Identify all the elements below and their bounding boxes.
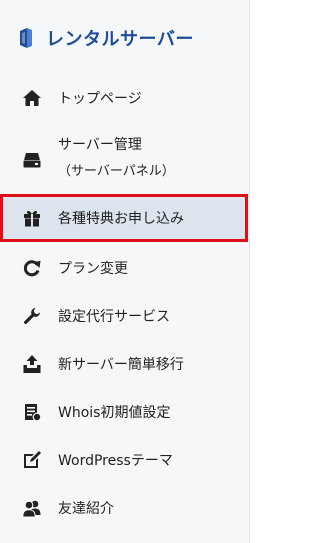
sidebar-item-wordpress-theme[interactable]: WordPressテーマ — [0, 446, 248, 474]
brand-logo-icon — [20, 28, 32, 48]
sidebar-item-label: 設定代行サービス — [58, 309, 170, 325]
sidebar-item-friend-referral[interactable]: 友達紹介 — [0, 494, 248, 522]
sidebar-item-label: WordPressテーマ — [58, 453, 173, 469]
edit-square-icon — [22, 450, 42, 470]
sidebar-item-label: サーバー管理 — [58, 137, 142, 153]
brand-title: レンタルサーバー — [46, 29, 194, 50]
sidebar-item-label: Whois初期値設定 — [58, 405, 171, 421]
upload-box-icon — [22, 354, 42, 374]
sidebar: レンタルサーバー トップページ サーバー管理 （サーバーパネル） 各種特典お申し… — [0, 0, 250, 543]
sidebar-item-label: 新サーバー簡単移行 — [58, 357, 184, 373]
sidebar-item-setup-service[interactable]: 設定代行サービス — [0, 302, 248, 330]
sidebar-item-special-offers[interactable]: 各種特典お申し込み — [0, 194, 248, 242]
gift-icon — [22, 208, 42, 228]
sidebar-item-label: トップページ — [58, 91, 142, 107]
sidebar-item-server-migration[interactable]: 新サーバー簡単移行 — [0, 350, 248, 378]
home-icon — [22, 88, 42, 108]
sidebar-item-sublabel: （サーバーパネル） — [58, 164, 175, 179]
server-icon — [22, 150, 42, 170]
sidebar-item-text: サーバー管理 （サーバーパネル） — [58, 134, 175, 179]
sidebar-item-label: プラン変更 — [58, 261, 128, 277]
document-list-icon — [22, 402, 42, 422]
wrench-icon — [22, 306, 42, 326]
sidebar-item-label: 各種特典お申し込み — [58, 211, 184, 227]
users-icon — [22, 498, 42, 518]
sidebar-item-server-management[interactable]: サーバー管理 （サーバーパネル） — [0, 134, 248, 184]
sidebar-item-whois-settings[interactable]: Whois初期値設定 — [0, 398, 248, 426]
refresh-icon — [22, 258, 42, 278]
brand[interactable]: レンタルサーバー — [18, 24, 194, 52]
sidebar-item-plan-change[interactable]: プラン変更 — [0, 254, 248, 282]
sidebar-item-top-page[interactable]: トップページ — [0, 84, 248, 112]
sidebar-item-label: 友達紹介 — [58, 501, 114, 517]
